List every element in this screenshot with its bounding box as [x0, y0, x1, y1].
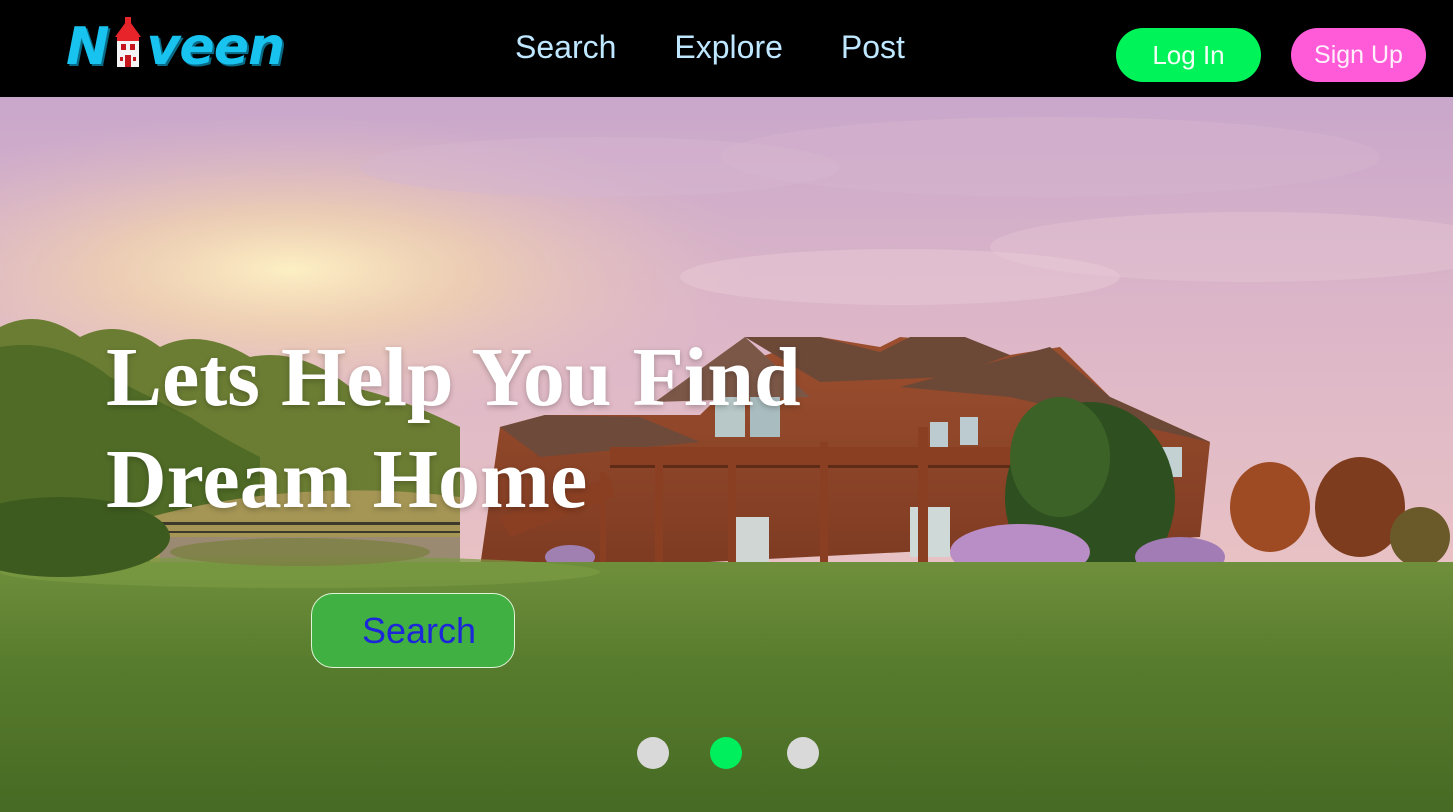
carousel-dot-1[interactable] — [637, 737, 669, 769]
hero-headline-line2: Dream Home — [106, 433, 588, 526]
brand-logo[interactable]: N veen — [66, 16, 330, 78]
main-nav: Search Explore Post — [515, 29, 905, 65]
house-icon — [114, 17, 141, 67]
nav-post-link[interactable]: Post — [841, 29, 905, 65]
top-navbar: N veen Search Explore Post Log In Sign U… — [0, 0, 1453, 97]
carousel-dot-3[interactable] — [787, 737, 819, 769]
nav-search-link[interactable]: Search — [515, 29, 616, 65]
logo-wordmark: veen — [146, 17, 285, 77]
logo-letter: N — [66, 17, 110, 77]
carousel-indicators — [637, 737, 837, 771]
nav-explore-link[interactable]: Explore — [674, 29, 783, 65]
hero-search-button[interactable]: Search — [311, 593, 515, 668]
login-button[interactable]: Log In — [1116, 28, 1261, 82]
hero-section: Lets Help You Find Dream Home Search — [0, 97, 1453, 812]
carousel-dot-2-active[interactable] — [710, 737, 742, 769]
hero-headline-line1: Lets Help You Find — [106, 331, 801, 424]
signup-button[interactable]: Sign Up — [1291, 28, 1426, 82]
hero-headline: Lets Help You Find Dream Home — [106, 327, 866, 531]
